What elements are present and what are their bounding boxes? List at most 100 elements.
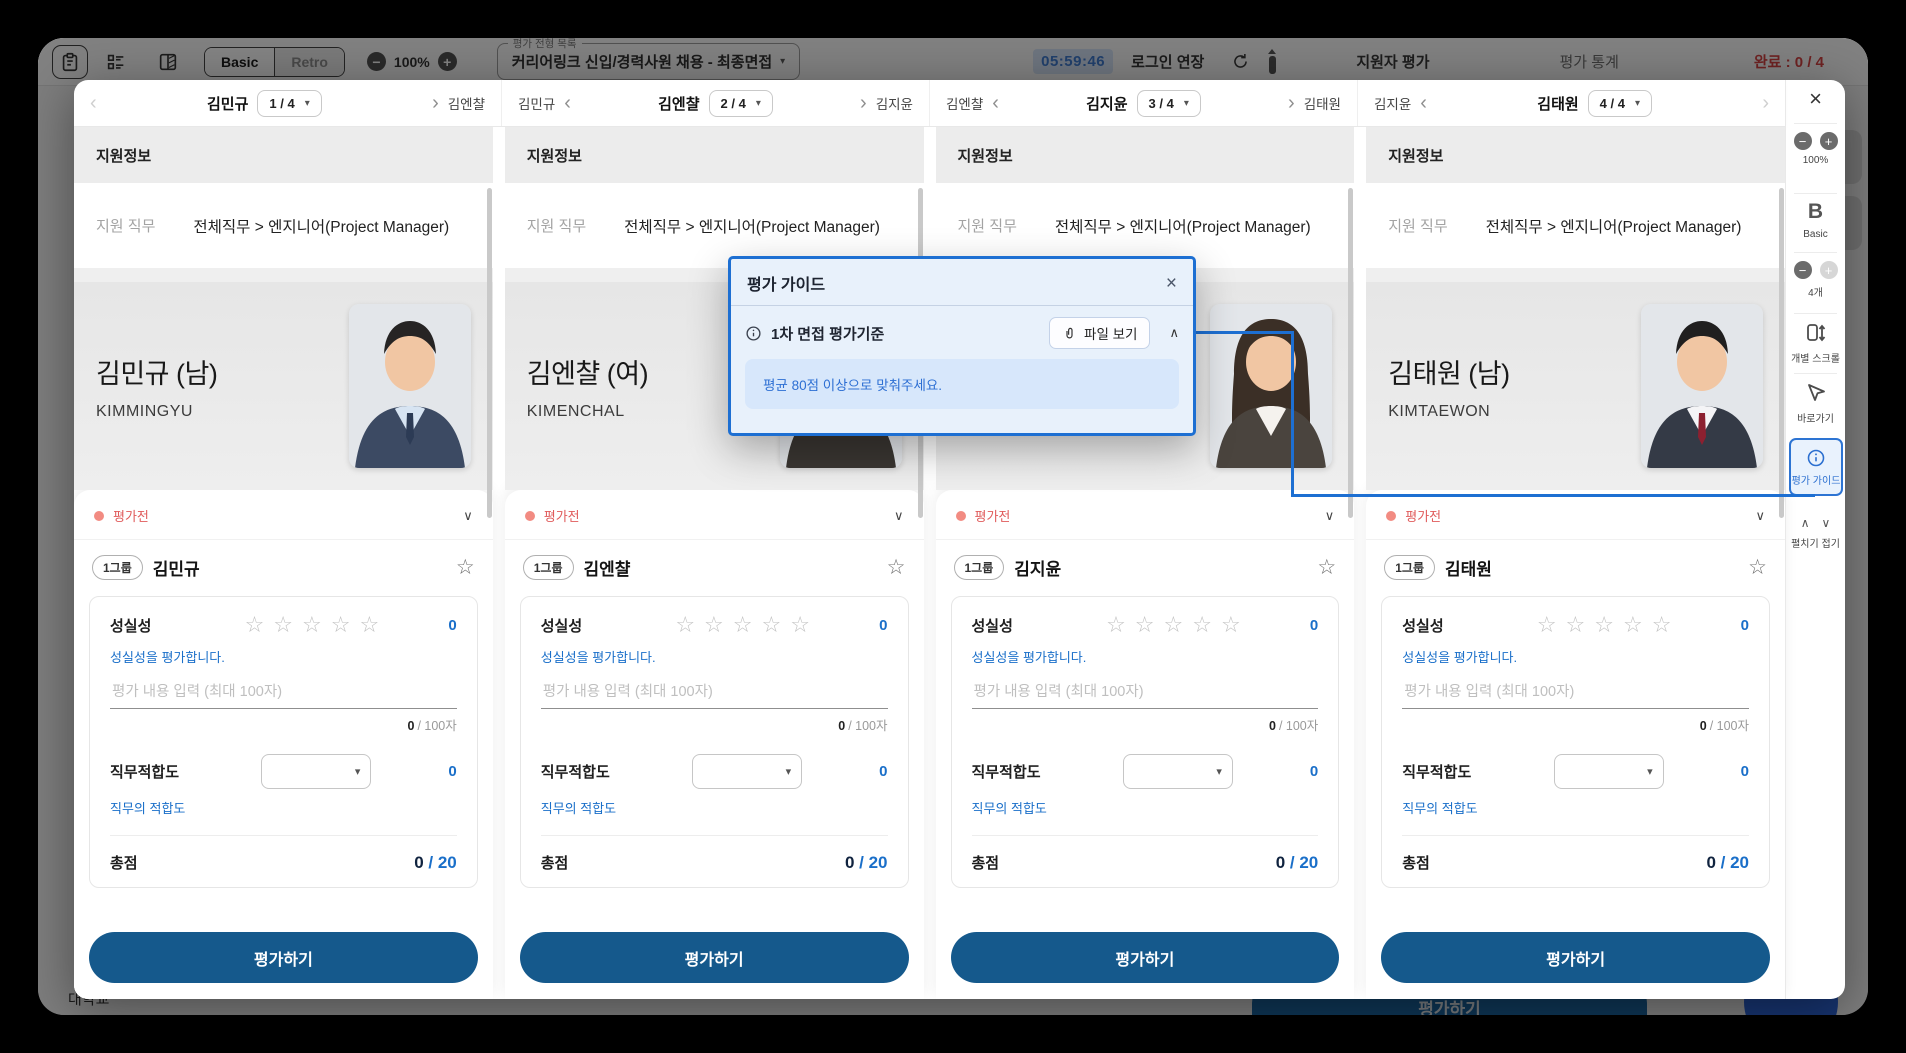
favorite-star-icon[interactable]: ☆: [1317, 557, 1336, 578]
prev-arrow-icon[interactable]: ‹: [1420, 93, 1427, 113]
close-icon[interactable]: ×: [1786, 88, 1845, 110]
job-label: 지원 직무: [1388, 218, 1448, 235]
section-title: 지원정보: [1366, 127, 1785, 183]
evaluation-card: 평가전 ∨ 1그룹 김지윤 ☆ 성실성 ☆☆☆☆☆ 0 성실성을 평가합니다. …: [935, 490, 1355, 999]
prev-arrow-icon[interactable]: ‹: [90, 93, 97, 113]
status-dot: [94, 510, 104, 521]
prev-arrow-icon[interactable]: ‹: [992, 93, 999, 113]
criteria-label: 성실성: [110, 618, 152, 635]
prev-candidate-name[interactable]: 김민규: [518, 93, 555, 113]
divider: [1402, 835, 1749, 836]
card-candidate-name: 김지윤: [1014, 560, 1062, 579]
modal-close-icon[interactable]: ×: [1166, 274, 1177, 293]
column-count-minus-button[interactable]: −: [1793, 261, 1812, 279]
next-arrow-icon[interactable]: ›: [432, 93, 439, 113]
collapse-chevron-icon[interactable]: ∨: [463, 508, 473, 524]
collapse-chevron-icon[interactable]: ∨: [1755, 508, 1765, 524]
star-rating[interactable]: ☆☆☆☆☆: [637, 613, 858, 638]
chevron-down-icon: ▾: [1216, 766, 1222, 778]
submit-evaluation-button[interactable]: 평가하기: [1381, 932, 1770, 983]
candidate-nav: 김지윤 ‹ 김태원 4 / 4 ▾ ›: [1357, 80, 1785, 126]
total-max: / 20: [428, 852, 457, 872]
comment-input[interactable]: 평가 내용 입력 (최대 100자): [540, 680, 888, 709]
guide-collapse-icon[interactable]: ∧: [1169, 325, 1179, 341]
style-icon[interactable]: B: [1808, 200, 1823, 224]
shortcut-cursor-icon[interactable]: [1804, 381, 1828, 405]
status-dot: [955, 510, 966, 521]
criteria-card: 성실성 ☆☆☆☆☆ 0 성실성을 평가합니다. 평가 내용 입력 (최대 100…: [1381, 596, 1770, 888]
favorite-star-icon[interactable]: ☆: [887, 557, 906, 578]
submit-evaluation-button[interactable]: 평가하기: [950, 932, 1340, 983]
column-scrollbar[interactable]: [1779, 188, 1784, 518]
job-value: 전체직무 > 엔지니어(Project Manager): [193, 218, 450, 236]
criteria-label: 성실성: [1402, 618, 1444, 635]
column-count-plus-button[interactable]: +: [1819, 261, 1838, 279]
candidate-page-dropdown[interactable]: 1 / 4 ▾: [257, 89, 322, 117]
favorite-star-icon[interactable]: ☆: [1748, 557, 1767, 578]
candidate-romanized: KIMMINGYU: [96, 402, 193, 420]
candidate-page-dropdown[interactable]: 2 / 4 ▾: [708, 89, 773, 117]
collapse-chevron-icon[interactable]: ∨: [894, 508, 904, 524]
guide-connector-line: [1291, 494, 1815, 497]
next-arrow-icon[interactable]: ›: [1288, 93, 1295, 113]
prev-candidate-name[interactable]: 김지윤: [1374, 93, 1411, 113]
panel-zoom-in-button[interactable]: +: [1819, 132, 1838, 150]
collapse-chevron-icon[interactable]: ∨: [1325, 508, 1335, 524]
panel-zoom-out-button[interactable]: −: [1793, 132, 1812, 150]
star-rating[interactable]: ☆☆☆☆☆: [1068, 613, 1289, 638]
section-title: 지원정보: [74, 127, 493, 183]
comment-input[interactable]: 평가 내용 입력 (최대 100자): [110, 680, 457, 709]
next-candidate-name[interactable]: 김지윤: [876, 93, 913, 113]
criteria-description: 성실성을 평가합니다.: [110, 650, 225, 665]
candidate-page-dropdown[interactable]: 4 / 4 ▾: [1587, 89, 1652, 117]
column-scrollbar[interactable]: [1348, 188, 1354, 518]
criteria-label: 직무적합도: [540, 764, 610, 781]
next-candidate-name[interactable]: 김엔챨: [448, 93, 485, 113]
comment-input[interactable]: 평가 내용 입력 (최대 100자): [1402, 680, 1749, 709]
criteria-description: 성실성을 평가합니다.: [1402, 650, 1518, 665]
next-arrow-icon[interactable]: ›: [1762, 93, 1769, 113]
panel-sidebar: × − + 100% B Basic − + 4개 개별 스크롤 바로가기 평가…: [1785, 80, 1845, 999]
comment-input[interactable]: 평가 내용 입력 (최대 100자): [971, 680, 1319, 709]
submit-evaluation-button[interactable]: 평가하기: [519, 932, 909, 983]
next-arrow-icon[interactable]: ›: [860, 93, 867, 113]
total-max: / 20: [1289, 852, 1319, 872]
prev-candidate-name[interactable]: 김엔챨: [946, 93, 983, 113]
evaluation-guide-button[interactable]: 평가 가이드: [1789, 438, 1843, 496]
char-count-max: / 100자: [1278, 719, 1319, 733]
submit-evaluation-button[interactable]: 평가하기: [89, 932, 478, 983]
expand-icon[interactable]: ∧: [1801, 516, 1810, 530]
section-title: 지원정보: [504, 127, 924, 183]
total-score: 0: [1275, 852, 1286, 872]
panel-zoom-value: 100%: [1802, 155, 1829, 166]
criteria-score: 0: [448, 617, 457, 634]
candidate-column: 지원정보 지원 직무 전체직무 > 엔지니어(Project Manager) …: [1366, 127, 1785, 999]
total-label: 총점: [540, 855, 569, 872]
collapse-icon[interactable]: ∨: [1822, 516, 1831, 530]
view-file-button[interactable]: 파일 보기: [1049, 317, 1151, 349]
chevron-down-icon: ▾: [1183, 97, 1189, 109]
candidate-page-dropdown[interactable]: 3 / 4 ▾: [1136, 89, 1201, 117]
divider: [540, 835, 888, 836]
score-select[interactable]: ▾: [1553, 754, 1664, 789]
group-badge: 1그룹: [953, 555, 1005, 580]
section-divider: [74, 268, 493, 282]
card-candidate-name: 김엔챨: [583, 560, 631, 579]
chevron-down-icon: ▾: [304, 97, 310, 109]
individual-scroll-icon[interactable]: [1804, 321, 1828, 345]
score-select[interactable]: ▾: [261, 754, 372, 789]
favorite-star-icon[interactable]: ☆: [456, 557, 475, 578]
score-select[interactable]: ▾: [692, 754, 803, 789]
prev-arrow-icon[interactable]: ‹: [564, 93, 571, 113]
card-candidate-name: 김민규: [152, 560, 200, 579]
star-rating[interactable]: ☆☆☆☆☆: [1498, 613, 1719, 638]
guide-connector-line: [1291, 331, 1294, 497]
candidate-nav: 김엔챨 ‹ 김지윤 3 / 4 ▾ › 김태원: [929, 80, 1357, 126]
criteria-description: 성실성을 평가합니다.: [540, 650, 656, 665]
score-select[interactable]: ▾: [1122, 754, 1233, 789]
total-label: 총점: [1402, 855, 1430, 872]
star-rating[interactable]: ☆☆☆☆☆: [206, 613, 427, 638]
char-counter: 0/ 100자: [1402, 715, 1749, 734]
column-scrollbar[interactable]: [486, 188, 492, 518]
next-candidate-name[interactable]: 김태원: [1304, 93, 1341, 113]
